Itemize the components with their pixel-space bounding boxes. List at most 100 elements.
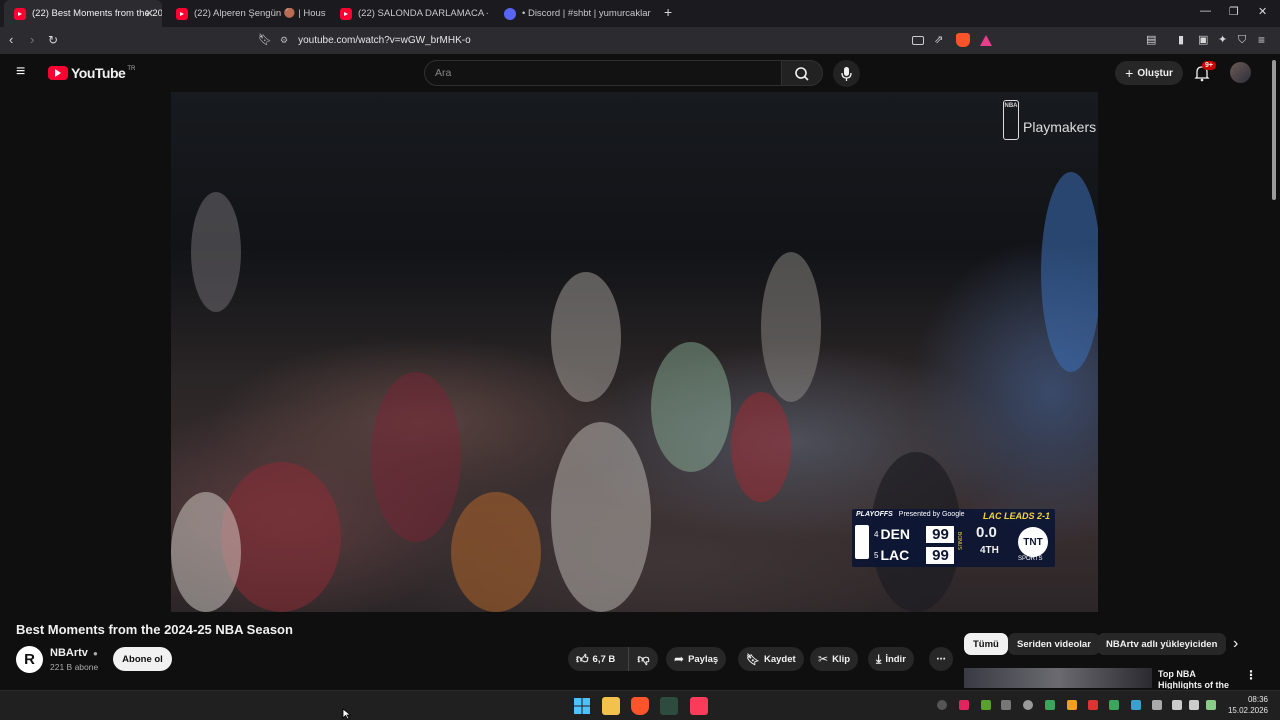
close-window-icon[interactable]: ✕ <box>1258 5 1267 18</box>
search-icon <box>795 67 809 81</box>
dislike-button[interactable]: 👎︎ <box>628 647 658 671</box>
back-icon[interactable]: ‹ <box>9 32 13 48</box>
sidebar-icon[interactable]: ▮ <box>1178 32 1184 48</box>
page-scrollbar[interactable] <box>1272 60 1276 200</box>
tab-salonda[interactable]: (22) SALONDA DARLAMACA - YouTu <box>330 0 488 27</box>
youtube-play-icon <box>48 66 68 80</box>
search-placeholder: Ara <box>435 67 452 79</box>
download-button[interactable]: ⤓ İndir <box>868 647 914 671</box>
minimize-icon[interactable]: — <box>1200 5 1211 17</box>
search-button[interactable] <box>781 60 823 86</box>
site-info-icon[interactable]: ⚙ <box>280 35 288 46</box>
chip-series[interactable]: Seriden videolar <box>1008 633 1100 655</box>
nba-playmakers-watermark: NBA Playmakers <box>1003 100 1096 140</box>
chips-next-icon[interactable]: › <box>1233 635 1238 653</box>
nba-logo-icon: NBA <box>1003 100 1019 140</box>
thumbs-up-icon: 👍︎ <box>576 651 589 666</box>
youtube-wordmark: YouTube <box>71 65 126 81</box>
windows-start-icon[interactable] <box>573 697 591 715</box>
voice-search-button[interactable] <box>833 60 860 87</box>
tray-app-icon[interactable] <box>981 700 991 710</box>
leo-ai-icon[interactable]: ✦ <box>1218 32 1227 48</box>
tray-app-icon[interactable] <box>1109 700 1119 710</box>
tab-label: • Discord | #shbt | yumurcaklar <box>522 8 651 19</box>
clip-button[interactable]: ✂ Klip <box>810 647 859 671</box>
battery-icon[interactable] <box>1206 700 1216 710</box>
league-client-icon[interactable] <box>660 697 678 715</box>
brave-browser-icon[interactable] <box>631 697 649 715</box>
share-label: Paylaş <box>688 653 719 665</box>
series-status: LAC LEADS 2-1 <box>983 511 1051 521</box>
tray-app-icon[interactable] <box>1001 700 1011 710</box>
more-actions-button[interactable]: ⋯ <box>929 647 953 671</box>
restore-icon[interactable]: ❐ <box>1229 5 1239 18</box>
url-field[interactable]: ⚙ youtube.com/watch?v=wGW_brMHK-o <box>280 30 1000 51</box>
microphone-icon <box>841 67 852 81</box>
network-icon[interactable] <box>1172 700 1182 710</box>
vpn-icon[interactable]: ⛉ <box>1238 32 1246 48</box>
tnt-sports-logo: TNT <box>1018 527 1048 557</box>
youtube-icon <box>14 7 26 20</box>
chip-uploader[interactable]: NBArtv adlı yükleyiciden <box>1097 633 1227 655</box>
windows-taskbar: 08:36 15.02.2026 <box>0 690 1280 720</box>
game-clock: 0.0 <box>976 524 997 541</box>
volume-icon[interactable] <box>1189 700 1199 710</box>
related-more-icon[interactable]: ⋮ <box>1245 668 1257 682</box>
youtube-logo[interactable]: YouTube TR <box>48 65 135 81</box>
channel-name[interactable]: NBArtv ● <box>50 647 98 659</box>
create-button[interactable]: + Oluştur <box>1115 61 1183 85</box>
tab-label: (22) Alperen Şengün 🟤 | Houston R <box>194 8 326 19</box>
tray-app-icon[interactable] <box>1045 700 1055 710</box>
tray-app-icon[interactable] <box>1152 700 1162 710</box>
chip-all[interactable]: Tümü <box>964 633 1008 655</box>
apple-music-icon[interactable] <box>690 697 708 715</box>
reader-icon[interactable]: ▤ <box>1146 32 1156 48</box>
tray-app-icon[interactable] <box>959 700 969 710</box>
tnt-sports-sub: SPORTS <box>1018 556 1043 562</box>
menu-icon[interactable]: ≡ <box>1258 32 1265 48</box>
wallet-icon[interactable]: ▣ <box>1198 32 1208 48</box>
address-bar-row: ‹ › ↻ 🔖︎ ⚙ youtube.com/watch?v=wGW_brMHK… <box>0 27 1280 54</box>
forward-icon[interactable]: › <box>30 32 34 48</box>
bookmark-icon: 🔖︎ <box>746 653 760 666</box>
notifications-button[interactable]: 9+ <box>1193 61 1216 82</box>
youtube-icon <box>340 7 352 20</box>
tab-alperen[interactable]: (22) Alperen Şengün 🟤 | Houston R <box>166 0 326 27</box>
thumbs-down-icon: 👎︎ <box>637 651 650 666</box>
tray-app-icon[interactable] <box>1131 700 1141 710</box>
related-video-title[interactable]: Top NBA Highlights of the <box>1158 669 1238 689</box>
share-icon[interactable]: ⇗ <box>934 32 943 48</box>
cast-icon[interactable] <box>912 36 924 45</box>
video-title: Best Moments from the 2024-25 NBA Season <box>16 622 293 637</box>
tray-app-icon[interactable] <box>1067 700 1077 710</box>
youtube-masthead: ≡ YouTube TR Ara + Oluştur 9+ <box>0 54 1280 91</box>
close-icon[interactable]: ✕ <box>145 7 154 20</box>
verified-icon: ● <box>92 649 98 658</box>
clock-time: 08:36 <box>1247 695 1268 704</box>
system-clock[interactable]: 08:36 15.02.2026 <box>1228 694 1268 716</box>
search-input[interactable]: Ara <box>424 60 782 86</box>
related-video-thumbnail[interactable] <box>964 668 1152 688</box>
account-avatar[interactable] <box>1230 62 1251 83</box>
share-arrow-icon: ➦ <box>674 652 685 666</box>
share-button[interactable]: ➦ Paylaş <box>666 647 727 671</box>
new-tab-button[interactable]: + <box>664 4 672 20</box>
tray-app-icon[interactable] <box>937 700 947 710</box>
tab-discord[interactable]: • Discord | #shbt | yumurcaklar <box>494 0 654 27</box>
bookmark-icon[interactable]: 🔖︎ <box>258 32 272 48</box>
channel-avatar[interactable]: R <box>16 646 43 673</box>
tray-app-icon[interactable] <box>1023 700 1033 710</box>
discord-icon <box>504 7 516 20</box>
subscribe-button[interactable]: Abone ol <box>113 647 172 671</box>
save-button[interactable]: 🔖︎ Kaydet <box>738 647 804 671</box>
hamburger-menu-icon[interactable]: ≡ <box>16 63 25 81</box>
brave-shield-icon[interactable] <box>956 33 970 47</box>
file-explorer-icon[interactable] <box>602 697 620 715</box>
tab-best-moments[interactable]: (22) Best Moments from the 202 ✕ <box>4 0 162 27</box>
brave-rewards-icon[interactable] <box>980 35 992 46</box>
tray-app-icon[interactable] <box>1088 700 1098 710</box>
browser-tab-strip: (22) Best Moments from the 202 ✕ (22) Al… <box>0 0 1280 27</box>
reload-icon[interactable]: ↻ <box>48 32 58 48</box>
like-button[interactable]: 👍︎ 6,7 B <box>568 647 628 671</box>
clock-date: 15.02.2026 <box>1227 706 1268 715</box>
